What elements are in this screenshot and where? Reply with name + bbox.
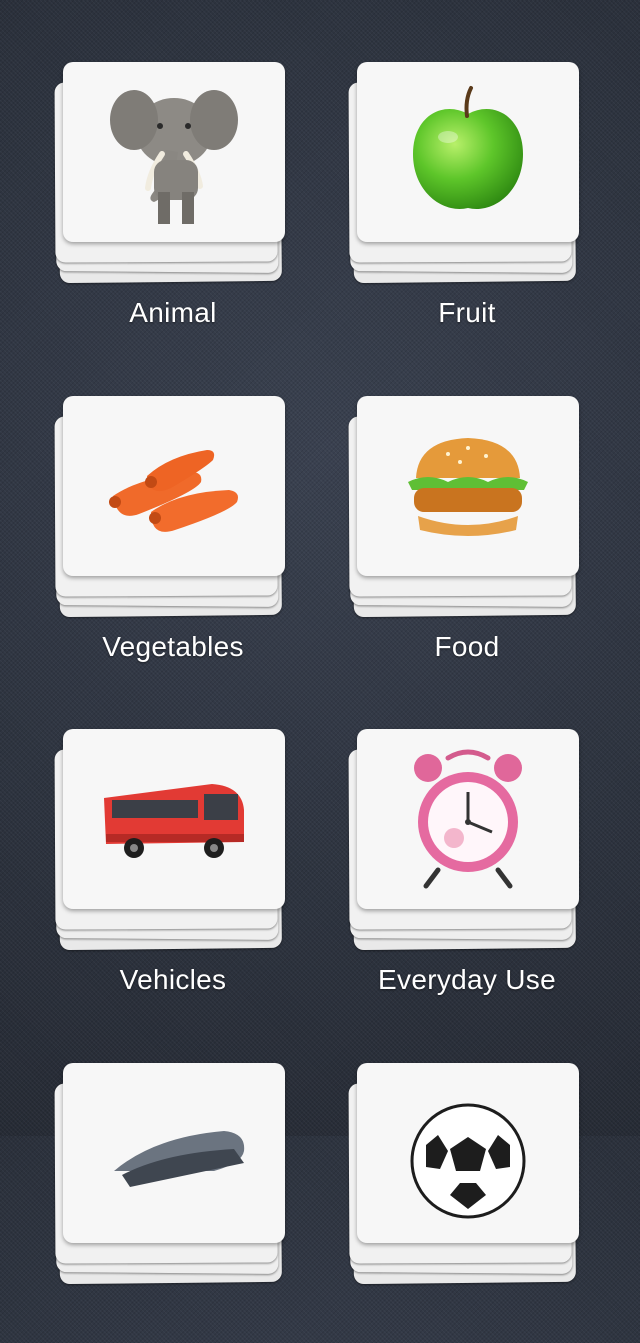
category-label-food: Food [434,631,500,662]
bus-icon [104,784,244,858]
category-card-vehicles[interactable]: Vehicles [53,729,293,1009]
category-label-everyday-use: Everyday Use [378,964,556,995]
carrots-icon [109,450,238,532]
category-card-vegetables[interactable]: Vegetables [53,396,293,676]
card-stack [53,62,293,292]
category-label-animal: Animal [129,297,217,328]
soccer-ball-icon [410,1103,526,1219]
category-label-fruit: Fruit [438,297,496,328]
card-stack [53,729,293,959]
card-stack [53,1063,293,1293]
category-card-everyday-use[interactable]: Everyday Use [347,729,587,1009]
alarm-clock-icon [414,749,522,889]
elephant-icon [110,90,238,224]
category-card-food[interactable]: Food [347,396,587,676]
card-stack [347,396,587,626]
card-stack [347,729,587,959]
category-card-soccer-ball[interactable] [347,1063,587,1343]
category-label-vehicles: Vehicles [119,964,227,995]
category-card-stapler[interactable] [53,1063,293,1343]
category-card-fruit[interactable]: Fruit [347,62,587,342]
category-grid: Animal Fruit Vegetables Food Vehicles Ev… [0,0,640,1285]
card-stack [347,1063,587,1293]
stapler-icon [114,1131,245,1187]
apple-icon [413,86,523,209]
category-label-vegetables: Vegetables [102,631,244,662]
category-card-animal[interactable]: Animal [53,62,293,342]
card-stack [347,62,587,292]
burger-icon [408,438,528,536]
card-stack [53,396,293,626]
